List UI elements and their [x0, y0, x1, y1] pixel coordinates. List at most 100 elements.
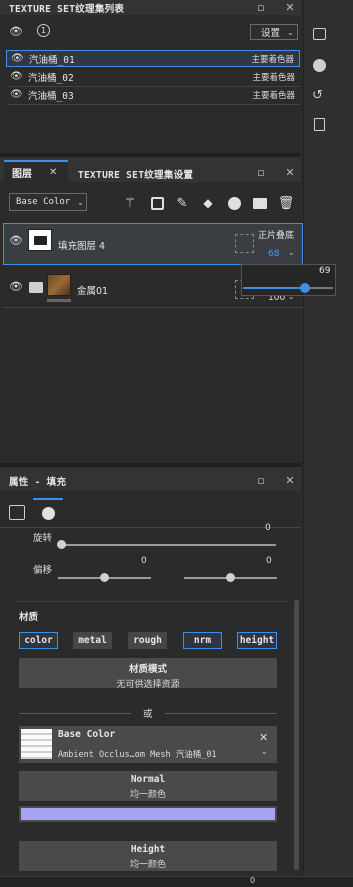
rotation-value[interactable]: 0 — [265, 523, 271, 533]
channel-label: Base Color — [16, 197, 71, 207]
folder-icon — [29, 282, 43, 293]
right-dock — [303, 0, 353, 887]
chevron-down-icon: ⌄ — [287, 27, 294, 37]
base-color-source[interactable]: Ambient Occlus…om Mesh 汽油桶_01 — [58, 748, 217, 760]
tab-geometry[interactable] — [9, 505, 25, 520]
shader-label[interactable]: 主要着色器 — [251, 53, 294, 65]
tab-layers[interactable]: 图层 ✕ — [4, 160, 68, 182]
or-divider-right — [165, 713, 277, 714]
layer-mask-slot[interactable] — [235, 234, 254, 253]
channel-dropdown[interactable]: Base Color ⌄ — [9, 193, 87, 211]
add-smart-material-icon[interactable] — [224, 194, 244, 212]
base-color-title: Base Color — [58, 729, 116, 740]
offset-x-value[interactable]: 0 — [141, 556, 147, 566]
close-icon[interactable]: ✕ — [283, 473, 297, 487]
texture-set-name: 汽油桶_03 — [28, 90, 74, 102]
material-mode-sub: 无可供选择资源 — [116, 680, 180, 690]
close-icon[interactable]: ✕ — [283, 165, 297, 179]
height-title: Height — [130, 844, 166, 855]
layer-name[interactable]: 填充图层 4 — [58, 238, 105, 252]
add-fill-layer-icon[interactable]: ◆ — [198, 194, 218, 212]
layer-thumbnail[interactable] — [47, 274, 71, 296]
tab-divider — [0, 527, 301, 528]
eye-icon[interactable]: 👁 — [9, 234, 23, 247]
history-icon[interactable]: ↺ — [312, 88, 323, 103]
display-settings-icon[interactable] — [313, 28, 326, 40]
height-slot[interactable]: Height 均一颜色 — [19, 841, 277, 871]
add-mask-icon[interactable] — [147, 194, 167, 212]
material-label: 材质 — [19, 612, 39, 623]
rotation-slider-knob[interactable] — [57, 540, 66, 549]
or-divider-left — [19, 713, 131, 714]
normal-color-swatch[interactable] — [19, 806, 277, 822]
layer-thumbnail[interactable] — [28, 229, 52, 251]
maximize-icon[interactable]: ▫ — [254, 0, 268, 14]
visibility-settings-icon[interactable]: 👁 — [9, 25, 23, 38]
clear-icon[interactable]: ✕ — [259, 731, 268, 744]
offset-y-slider-knob[interactable] — [226, 573, 235, 582]
settings-dropdown[interactable]: 设置 ⌄ — [250, 24, 298, 40]
rotation-label: 旋转 — [33, 533, 53, 544]
height-sub: 均一颜色 — [129, 860, 166, 870]
add-paint-layer-icon[interactable]: ✎ — [172, 194, 192, 212]
texture-set-row[interactable]: 👁 汽油桶_03 主要着色器 — [6, 86, 300, 103]
maximize-icon[interactable]: ▫ — [254, 473, 268, 487]
maximize-icon[interactable]: ▫ — [254, 165, 268, 179]
normal-sub: 均一颜色 — [129, 790, 166, 800]
channel-color-button[interactable]: color — [19, 632, 58, 649]
shader-label[interactable]: 主要着色器 — [252, 71, 295, 83]
channel-height-button[interactable]: height — [237, 632, 277, 649]
log-icon[interactable] — [314, 118, 325, 131]
chevron-down-icon[interactable]: ⌄ — [261, 747, 268, 756]
blend-mode-label[interactable]: 正片叠底 — [258, 228, 294, 241]
properties-title: 属性 - 填充 — [9, 477, 67, 488]
eye-icon[interactable]: 👁 — [9, 280, 23, 293]
offset-y-value[interactable]: 0 — [266, 556, 272, 566]
opacity-slider-fill — [243, 287, 305, 289]
or-label: 或 — [143, 709, 153, 720]
channel-nrm-button[interactable]: nrm — [183, 632, 222, 649]
opacity-value[interactable]: 68 — [268, 249, 279, 259]
normal-slot[interactable]: Normal 均一颜色 — [19, 771, 277, 801]
shader-settings-icon[interactable] — [313, 59, 326, 72]
add-folder-icon[interactable] — [250, 194, 270, 212]
info-icon[interactable]: 1 — [37, 24, 50, 37]
chevron-down-icon[interactable]: ⌄ — [288, 248, 295, 257]
close-icon[interactable]: ✕ — [49, 167, 57, 178]
status-bar — [0, 876, 353, 887]
texture-set-title: TEXTURE SET纹理集列表 — [9, 4, 125, 15]
effects-wand-icon[interactable]: ⚚ — [120, 194, 140, 212]
close-icon[interactable]: ✕ — [283, 0, 297, 14]
texture-set-row[interactable]: 👁 汽油桶_02 主要着色器 — [6, 68, 300, 85]
normal-title: Normal — [130, 774, 166, 785]
settings-label: 设置 — [261, 28, 281, 39]
base-color-thumbnail[interactable] — [21, 729, 52, 759]
eye-icon[interactable]: 👁 — [10, 89, 24, 100]
tab-material[interactable] — [33, 498, 63, 526]
properties-scrollbar[interactable] — [294, 600, 299, 870]
material-ball-icon — [41, 506, 55, 520]
channel-rough-button[interactable]: rough — [128, 632, 167, 649]
eye-icon[interactable]: 👁 — [10, 71, 24, 82]
rotation-slider-track[interactable] — [58, 544, 276, 546]
texture-set-row[interactable]: 👁 汽油桶_01 主要着色器 — [6, 50, 300, 67]
layer-sub-bar — [47, 299, 71, 302]
status-value: 0 — [250, 876, 256, 885]
chevron-down-icon: ⌄ — [77, 197, 84, 207]
tab-layers-label: 图层 — [12, 168, 32, 180]
texture-set-name: 汽油桶_02 — [28, 72, 74, 84]
material-mode-title: 材质模式 — [128, 664, 167, 675]
tab-texture-set-settings[interactable]: TEXTURE SET纹理集设置 — [78, 167, 193, 181]
opacity-slider-knob[interactable] — [300, 283, 310, 293]
row-divider — [3, 307, 303, 308]
delete-layer-icon[interactable]: 🗑 — [276, 194, 296, 212]
row-divider — [8, 104, 300, 105]
section-divider — [15, 601, 287, 602]
channel-metal-button[interactable]: metal — [73, 632, 112, 649]
eye-icon[interactable]: 👁 — [11, 53, 25, 64]
offset-label: 偏移 — [33, 565, 53, 576]
material-mode-slot[interactable]: 材质模式 无可供选择资源 — [19, 658, 277, 690]
offset-x-slider-knob[interactable] — [100, 573, 109, 582]
layer-name[interactable]: 金属01 — [77, 283, 108, 297]
shader-label[interactable]: 主要着色器 — [252, 89, 295, 101]
